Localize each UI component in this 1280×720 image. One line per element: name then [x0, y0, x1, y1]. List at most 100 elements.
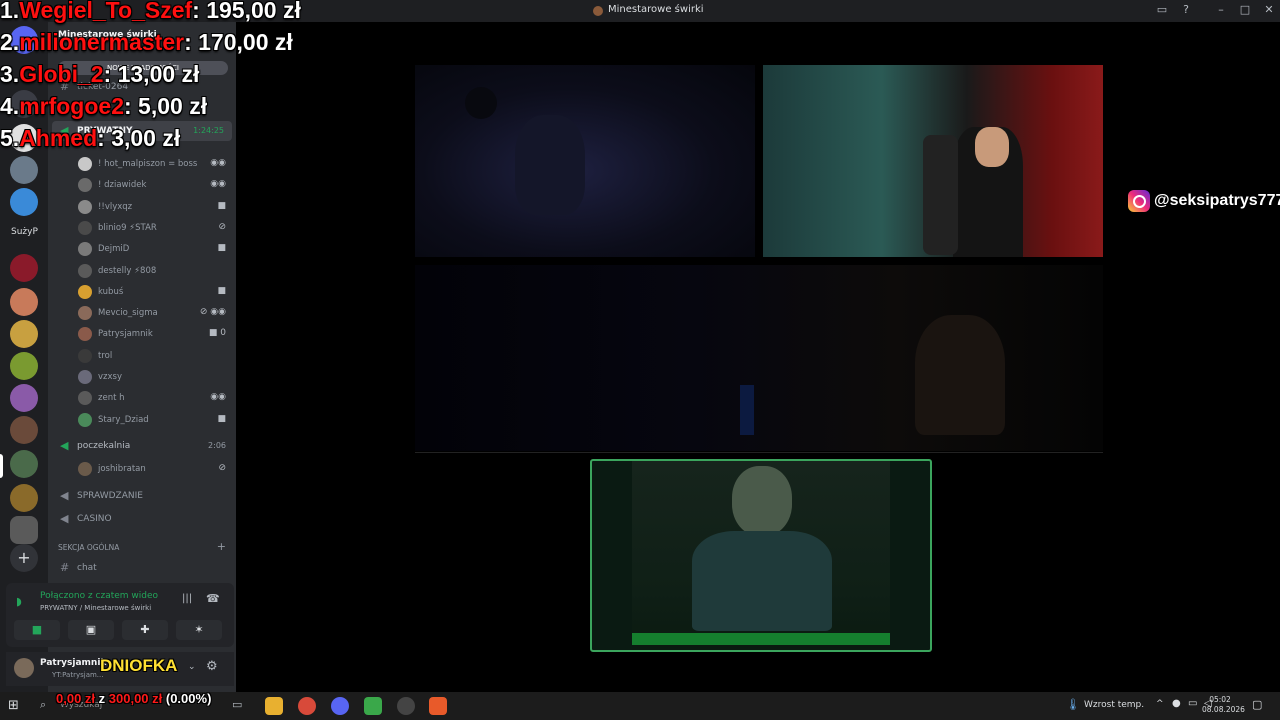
voice-user[interactable]: ! hot_malpiszon = boss ◉◉ [76, 154, 236, 174]
voice-user[interactable]: ! dziawidek ◉◉ [76, 175, 236, 195]
close-button[interactable]: ✕ [1261, 3, 1277, 16]
server-icon [593, 6, 603, 16]
voice-status[interactable]: Połączono z czatem wideo [40, 591, 158, 601]
soundboard-button[interactable]: ✶ [176, 620, 222, 640]
add-server-icon[interactable]: + [10, 544, 38, 572]
speaker-icon: ◀ [60, 489, 69, 502]
avatar [78, 462, 92, 476]
channel-chat[interactable]: # chat [48, 558, 236, 578]
server-item[interactable] [10, 156, 38, 184]
dniofka-label: DNIOFKA [100, 656, 178, 675]
voice-location[interactable]: PRYWATNY / Minestarowe świrki [40, 604, 151, 612]
server-label[interactable]: SużyP [11, 227, 38, 237]
video-tile-2[interactable] [763, 65, 1103, 257]
voice-user[interactable]: DejmiD ■ [76, 239, 236, 259]
voice-user[interactable]: destelly ⚡808 [76, 261, 236, 281]
tray-chevron-icon[interactable]: ^ [1156, 699, 1164, 709]
voice-user[interactable]: trol [76, 346, 236, 366]
thermometer-icon[interactable]: 🌡 [1066, 698, 1080, 711]
avatar [78, 348, 92, 363]
server-item[interactable] [10, 320, 38, 348]
leaderboard-row: 4.mrfogoe2: 5,00 zł [0, 93, 208, 119]
avatar [78, 242, 92, 257]
avatar [78, 306, 92, 321]
leaderboard-row: 1.Wegiel_To_Szef: 195,00 zł [0, 0, 301, 23]
donation-goal: 0,00 zł z 300,00 zł (0.00%) [56, 691, 212, 706]
brave-icon[interactable] [429, 697, 447, 715]
settings-gear-icon[interactable]: ⚙ [206, 659, 218, 674]
category-header[interactable]: SEKCJA OGÓLNA + [48, 540, 236, 554]
avatar [78, 178, 92, 193]
instagram-icon [1128, 190, 1150, 212]
voice-user[interactable]: Stary_Dziad ■ [76, 410, 236, 430]
obs-icon[interactable] [397, 697, 415, 715]
avatar [78, 263, 92, 278]
voice-connection-panel: ◗ Połączono z czatem wideo PRYWATNY / Mi… [6, 583, 234, 647]
avatar [78, 284, 92, 299]
server-item[interactable] [10, 384, 38, 412]
voice-user[interactable]: joshibratan ⊘ [76, 459, 236, 479]
screen-share-button[interactable]: ▣ [68, 620, 114, 640]
server-item[interactable] [10, 288, 38, 316]
help-icon[interactable]: ? [1178, 3, 1194, 16]
add-channel-icon[interactable]: + [217, 540, 226, 553]
disconnect-icon[interactable]: ☎ [206, 592, 220, 605]
task-view-icon[interactable]: ▭ [232, 698, 242, 711]
weather-text[interactable]: Wzrost temp. [1084, 700, 1144, 710]
avatar [78, 370, 92, 384]
server-item[interactable] [10, 188, 38, 216]
server-item[interactable] [10, 352, 38, 380]
selected-server-indicator [0, 454, 3, 478]
activities-button[interactable]: ✚ [122, 620, 168, 640]
server-item[interactable] [10, 254, 38, 282]
chevron-down-icon[interactable]: ⌄ [188, 662, 196, 672]
avatar [78, 391, 92, 406]
server-item[interactable] [10, 416, 38, 444]
avatar [78, 220, 92, 235]
file-explorer-icon[interactable] [265, 697, 283, 715]
username[interactable]: Patrysjamnik [40, 658, 106, 668]
instagram-handle: @seksipatrys777 [1128, 190, 1280, 216]
voice-user[interactable]: kubuś ■ [76, 282, 236, 302]
server-item[interactable] [10, 484, 38, 512]
clock[interactable]: 05:02 08.08.2026 [1202, 695, 1245, 715]
avatar [78, 199, 92, 214]
inbox-icon[interactable]: ▭ [1154, 3, 1170, 16]
hash-icon: # [60, 561, 70, 574]
voice-user[interactable]: vzxsy [76, 367, 236, 387]
video-tile-1[interactable] [415, 65, 755, 257]
server-item-active[interactable] [10, 450, 38, 478]
channel-casino[interactable]: ◀ CASINO [48, 509, 236, 529]
maximize-button[interactable]: □ [1237, 3, 1253, 16]
minecraft-icon[interactable] [364, 697, 382, 715]
noise-suppression-icon[interactable]: ||| [182, 593, 192, 604]
network-icon[interactable]: ▭ [1188, 698, 1197, 709]
voice-user[interactable]: !!vlyxqz ■ [76, 197, 236, 217]
user-subtitle: YT:Patrysjam... [52, 671, 104, 679]
camera-button[interactable]: ■ [14, 620, 60, 640]
leaderboard-row: 5.Ahmed: 3,00 zł [0, 125, 181, 151]
discord-icon[interactable] [331, 697, 349, 715]
voice-user[interactable]: Mevcio_sigma ⊘ ◉◉ [76, 303, 236, 323]
leaderboard-row: 3.Globi_2: 13,00 zł [0, 61, 200, 87]
voice-user[interactable]: Patrysjamnik ■ 0 [76, 324, 236, 344]
channel-sprawdzanie[interactable]: ◀ SPRAWDZANIE [48, 486, 236, 506]
signal-icon[interactable]: ◗ [16, 595, 22, 608]
video-stage [236, 22, 1280, 692]
voice-user[interactable]: blinio9 ⚡STAR ⊘ [76, 218, 236, 238]
channel-poczekalnia[interactable]: ◀ poczekalnia 2:06 [48, 436, 236, 456]
avatar[interactable] [14, 658, 34, 678]
minimize-button[interactable]: – [1213, 3, 1229, 16]
chrome-icon[interactable] [298, 697, 316, 715]
windows-start-icon[interactable]: ⊞ [8, 698, 19, 713]
voice-user[interactable]: zent h ◉◉ [76, 388, 236, 408]
notifications-icon[interactable]: ▢ [1252, 698, 1262, 711]
avatar [78, 412, 92, 427]
server-item[interactable] [10, 516, 38, 544]
avatar [78, 157, 92, 171]
microphone-icon[interactable]: ● [1172, 698, 1181, 709]
speaker-icon: ◀ [60, 512, 69, 525]
video-tile-speaking[interactable] [590, 459, 932, 652]
video-tile-3[interactable] [415, 265, 1103, 451]
search-icon[interactable]: ⌕ [40, 698, 46, 712]
